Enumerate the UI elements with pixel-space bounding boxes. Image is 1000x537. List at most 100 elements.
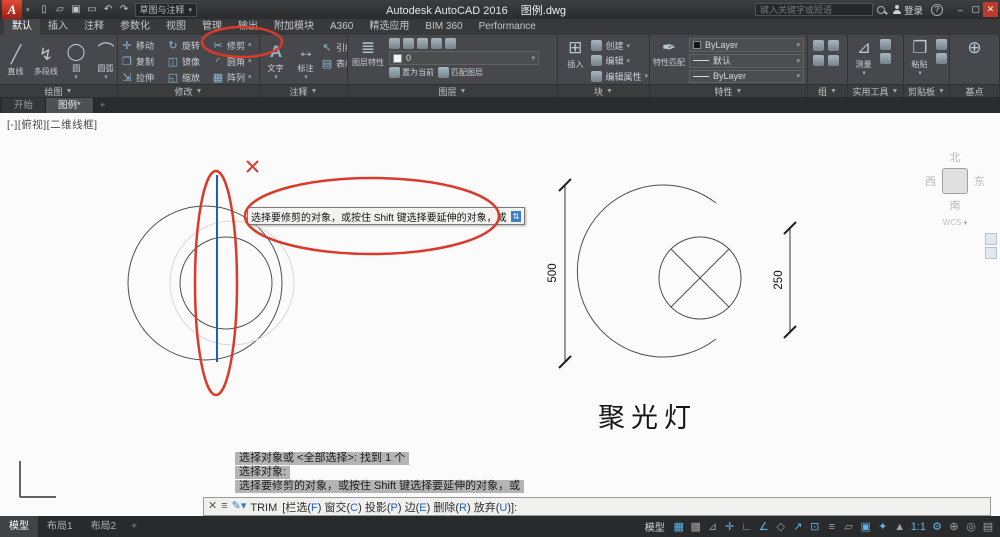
panel-label-draw[interactable]: 绘图▼	[0, 84, 117, 97]
measure-button[interactable]: ⊿ 测量 ▾	[849, 36, 879, 84]
polyline-button[interactable]: ↯多段线	[31, 43, 61, 77]
layer-off-icon[interactable]	[389, 38, 400, 49]
edit-block-button[interactable]: 编辑▾	[591, 53, 648, 68]
layer-freeze-icon[interactable]	[417, 38, 428, 49]
layer-dropdown[interactable]: 0 ▾	[389, 51, 539, 65]
compass-north[interactable]: 北	[922, 149, 988, 165]
copy-clip-icon[interactable]	[936, 53, 947, 64]
minimize-button[interactable]: –	[953, 2, 968, 17]
ribbon-tab-10[interactable]: BIM 360	[417, 19, 470, 35]
wcs-dropdown[interactable]: WCS ▾	[922, 218, 988, 227]
command-option-C[interactable]: C	[350, 502, 358, 514]
panel-label-modify[interactable]: 修改▼	[118, 84, 259, 97]
isolate-objects-icon[interactable]: ◎	[963, 518, 979, 535]
annotation-visibility-icon[interactable]: ✦	[875, 518, 891, 535]
layout-tab-1[interactable]: 布局1	[38, 516, 82, 537]
ribbon-tab-3[interactable]: 参数化	[112, 19, 158, 35]
restore-button[interactable]: ▢	[968, 2, 983, 17]
group-icon[interactable]	[813, 40, 824, 51]
annotation-scale[interactable]: 1:1	[909, 518, 928, 535]
dimension-button[interactable]: ↔标注▾	[291, 40, 321, 81]
command-option-E[interactable]: E	[419, 502, 426, 514]
customization-icon[interactable]: ▤	[980, 518, 996, 535]
ribbon-tab-11[interactable]: Performance	[471, 19, 544, 35]
osnap-tracking-icon[interactable]: ↗	[790, 518, 806, 535]
basepoint-button[interactable]: ⊕	[958, 36, 992, 84]
ribbon-tab-2[interactable]: 注释	[76, 19, 112, 35]
panel-label-annotate[interactable]: 注释▼	[260, 84, 347, 97]
undo-icon[interactable]: ↶	[102, 3, 115, 16]
layout-tab-0[interactable]: 模型	[0, 516, 38, 537]
leader-button[interactable]: ↖引线▾	[321, 39, 347, 55]
layer-properties-button[interactable]: ≣ 图层特性	[349, 36, 387, 84]
ungroup-icon[interactable]	[828, 40, 839, 51]
workspace-dropdown[interactable]: 草图与注释 ▾	[135, 3, 198, 17]
customize-command-icon[interactable]: ≡	[221, 498, 227, 515]
viewcube-compass[interactable]: 北 西 东 南 WCS ▾	[922, 149, 988, 227]
snap-mode-icon[interactable]: ▩	[688, 518, 704, 535]
panel-label-properties[interactable]: 特性▼	[650, 84, 807, 97]
selection-cycling-icon[interactable]: ▣	[858, 518, 874, 535]
compass-west[interactable]: 西	[925, 173, 936, 189]
signin-button[interactable]: 登录	[893, 3, 923, 17]
ribbon-tab-6[interactable]: 输出	[230, 19, 266, 35]
cut-icon[interactable]	[936, 39, 947, 50]
command-option-R[interactable]: R	[459, 502, 467, 514]
arc-button[interactable]: ⌒圆弧▾	[91, 40, 117, 81]
ribbon-tab-4[interactable]: 视图	[158, 19, 194, 35]
osnap-icon[interactable]: ⊡	[807, 518, 823, 535]
crescent-arc-entity[interactable]	[577, 185, 716, 357]
layer-plus-icon[interactable]	[445, 38, 456, 49]
group-selection-icon[interactable]	[828, 55, 839, 66]
panel-label-block[interactable]: 块▼	[558, 84, 649, 97]
model-paper-toggle[interactable]: 模型	[645, 519, 665, 534]
ribbon-tab-9[interactable]: 精选应用	[361, 19, 417, 35]
infer-constraints-icon[interactable]: ⊿	[705, 518, 721, 535]
close-command-icon[interactable]: ✕	[208, 498, 217, 515]
panel-label-clipboard[interactable]: 剪贴板▼	[904, 84, 949, 97]
inner-circle-entity[interactable]	[180, 237, 272, 329]
edit-attributes-button[interactable]: 编辑属性▾	[591, 69, 648, 84]
mirror-button[interactable]: ◫镜像	[167, 53, 212, 69]
app-menu-button[interactable]: A	[2, 0, 22, 19]
polar-tracking-icon[interactable]: ∠	[756, 518, 772, 535]
help-search-input[interactable]	[755, 3, 873, 16]
move-button[interactable]: ✛移动	[121, 37, 167, 53]
copy-button[interactable]: ❐复制	[121, 53, 167, 69]
properties-dropdown-2[interactable]: ByLayer▾	[689, 70, 804, 84]
drawing-viewport[interactable]: 500 250 [-][俯视][二维线框] 选择要修剪的对象，或按住 Shift…	[0, 113, 1000, 516]
compass-south[interactable]: 南	[922, 197, 988, 213]
ribbon-tab-7[interactable]: 附加模块	[266, 19, 322, 35]
command-option-P[interactable]: P	[391, 502, 398, 514]
properties-dropdown-0[interactable]: ByLayer▾	[689, 38, 804, 52]
array-button[interactable]: ▦阵列▾	[212, 69, 259, 84]
command-prompt[interactable]: TRIM[栏选(F) 窗交(C) 投影(P) 边(E) 删除(R) 放弃(U)]…	[250, 499, 517, 515]
rotate-button[interactable]: ↻旋转	[167, 37, 212, 53]
ribbon-tab-0[interactable]: 默认	[4, 19, 40, 35]
redo-icon[interactable]: ↷	[118, 3, 131, 16]
compass-east[interactable]: 东	[974, 173, 985, 189]
help-icon[interactable]: ?	[931, 4, 943, 16]
layer-lock-icon[interactable]	[431, 38, 442, 49]
panel-label-layers[interactable]: 图层▼	[348, 84, 557, 97]
ribbon-tab-1[interactable]: 插入	[40, 19, 76, 35]
line-button[interactable]: ╱直线	[1, 43, 31, 77]
command-option-F[interactable]: F	[311, 502, 318, 514]
create-block-button[interactable]: 创建▾	[591, 38, 648, 53]
search-icon[interactable]	[877, 6, 885, 14]
group-edit-icon[interactable]	[813, 55, 824, 66]
file-tab-drawing[interactable]: 图例*	[46, 98, 94, 113]
dynamic-input-icon[interactable]: ✛	[722, 518, 738, 535]
app-menu-chevron-icon[interactable]: ▾	[26, 6, 30, 14]
layout-tab-2[interactable]: 布局2	[82, 516, 126, 537]
annotation-monitor-icon[interactable]: ⊕	[946, 518, 962, 535]
open-file-icon[interactable]: ▱	[54, 3, 67, 16]
new-layout-button[interactable]: +	[125, 516, 143, 537]
new-file-icon[interactable]: ▯	[38, 3, 51, 16]
new-drawing-tab-button[interactable]: +	[94, 98, 112, 113]
layer-isolate-icon[interactable]	[403, 38, 414, 49]
close-button[interactable]: ✕	[983, 2, 998, 17]
pan-icon[interactable]	[985, 233, 997, 245]
fillet-button[interactable]: ◜圆角▾	[212, 53, 259, 69]
transparency-icon[interactable]: ▱	[841, 518, 857, 535]
